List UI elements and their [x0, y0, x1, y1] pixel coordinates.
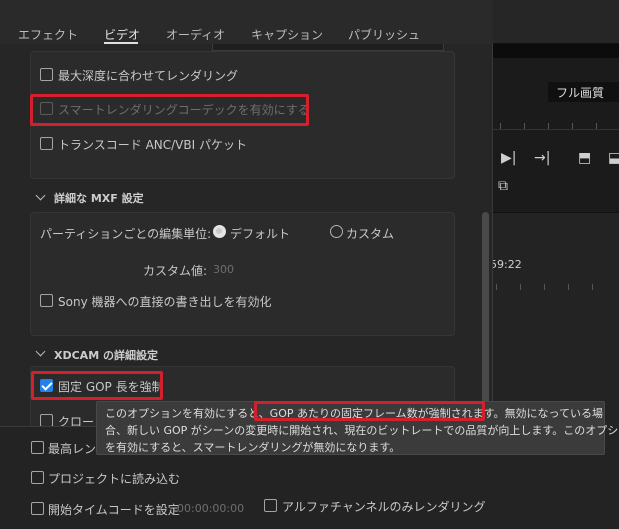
max-render-quality-checkbox[interactable]	[31, 441, 44, 454]
sony-direct-write-label: Sony 機器への直接の書き出しを有効化	[58, 295, 272, 309]
tooltip-line2: 合、新しい GOP がシーンの変更時に開始され、現在のビットレートでの品質が向上…	[105, 424, 619, 437]
transcode-label: トランスコード ANC/VBI パケット	[58, 138, 247, 152]
lift-icon[interactable]: ⬒	[578, 150, 591, 166]
highlight-tooltip-gop	[254, 401, 485, 421]
timeline-timecode: 59:22	[490, 258, 522, 271]
tab-audio[interactable]: オーディオ	[166, 26, 225, 43]
import-project-checkbox[interactable]	[31, 471, 44, 484]
export-frame-icon[interactable]: ⧉	[498, 178, 508, 194]
start-timecode-checkbox[interactable]	[31, 502, 44, 515]
sony-direct-write-checkbox[interactable]	[40, 294, 53, 307]
radio-custom[interactable]	[330, 225, 343, 238]
highlight-fixed-gop	[31, 371, 163, 400]
alpha-only-label: アルファチャンネルのみレンダリング	[282, 500, 486, 514]
playback-quality-dropdown[interactable]: フル画質	[548, 82, 619, 102]
tab-publish[interactable]: パブリッシュ	[348, 26, 420, 43]
extract-icon[interactable]: ⬓	[608, 150, 619, 166]
partition-label: パーティションごとの編集単位:	[40, 227, 212, 241]
chevron-down-icon[interactable]	[35, 190, 46, 201]
radio-default-label: デフォルト	[230, 227, 291, 241]
mxf-section-title[interactable]: 詳細な MXF 設定	[54, 190, 144, 206]
background-strip	[490, 44, 619, 58]
radio-default[interactable]	[213, 225, 226, 238]
background-topbar	[490, 0, 619, 44]
start-timecode-label: 開始タイムコードを設定	[48, 503, 180, 517]
step-forward-icon[interactable]: →|	[534, 150, 550, 166]
transcode-checkbox[interactable]	[40, 137, 53, 150]
settings-tabs: エフェクト ビデオ オーディオ キャプション パブリッシュ	[0, 0, 493, 44]
tooltip-line1-post: 無効になっている場	[504, 407, 604, 420]
custom-value-field[interactable]: 300	[213, 263, 234, 276]
custom-value-label: カスタム値:	[143, 264, 208, 278]
xdcam-section-title[interactable]: XDCAM の詳細設定	[54, 347, 158, 363]
import-project-label: プロジェクトに読み込む	[48, 472, 181, 486]
alpha-only-checkbox[interactable]	[264, 499, 277, 512]
start-timecode-field[interactable]: 00:00:00:00	[177, 502, 244, 515]
tooltip-line1-pre: このオプションを有効にすると、	[105, 407, 270, 420]
monitor-ruler	[490, 118, 619, 130]
tab-captions[interactable]: キャプション	[251, 26, 323, 43]
highlight-smart-render	[30, 94, 309, 126]
scrolled-field	[212, 44, 444, 51]
tab-effects[interactable]: エフェクト	[18, 26, 78, 43]
radio-custom-label: カスタム	[346, 227, 395, 241]
max-depth-checkbox[interactable]	[40, 68, 53, 81]
max-depth-label: 最大深度に合わせてレンダリング	[58, 69, 239, 83]
tab-video[interactable]: ビデオ	[104, 26, 140, 43]
tooltip-line3: を有効にすると、スマートレンダリングが無効になります。	[105, 441, 401, 454]
play-icon[interactable]: ▶︎|	[501, 150, 516, 166]
chevron-down-icon[interactable]	[35, 346, 46, 357]
active-tab-indicator	[104, 42, 138, 44]
timeline-ruler	[490, 280, 619, 290]
max-render-quality-label: 最高レン	[48, 442, 97, 456]
dialog-scrollbar[interactable]	[482, 212, 489, 420]
